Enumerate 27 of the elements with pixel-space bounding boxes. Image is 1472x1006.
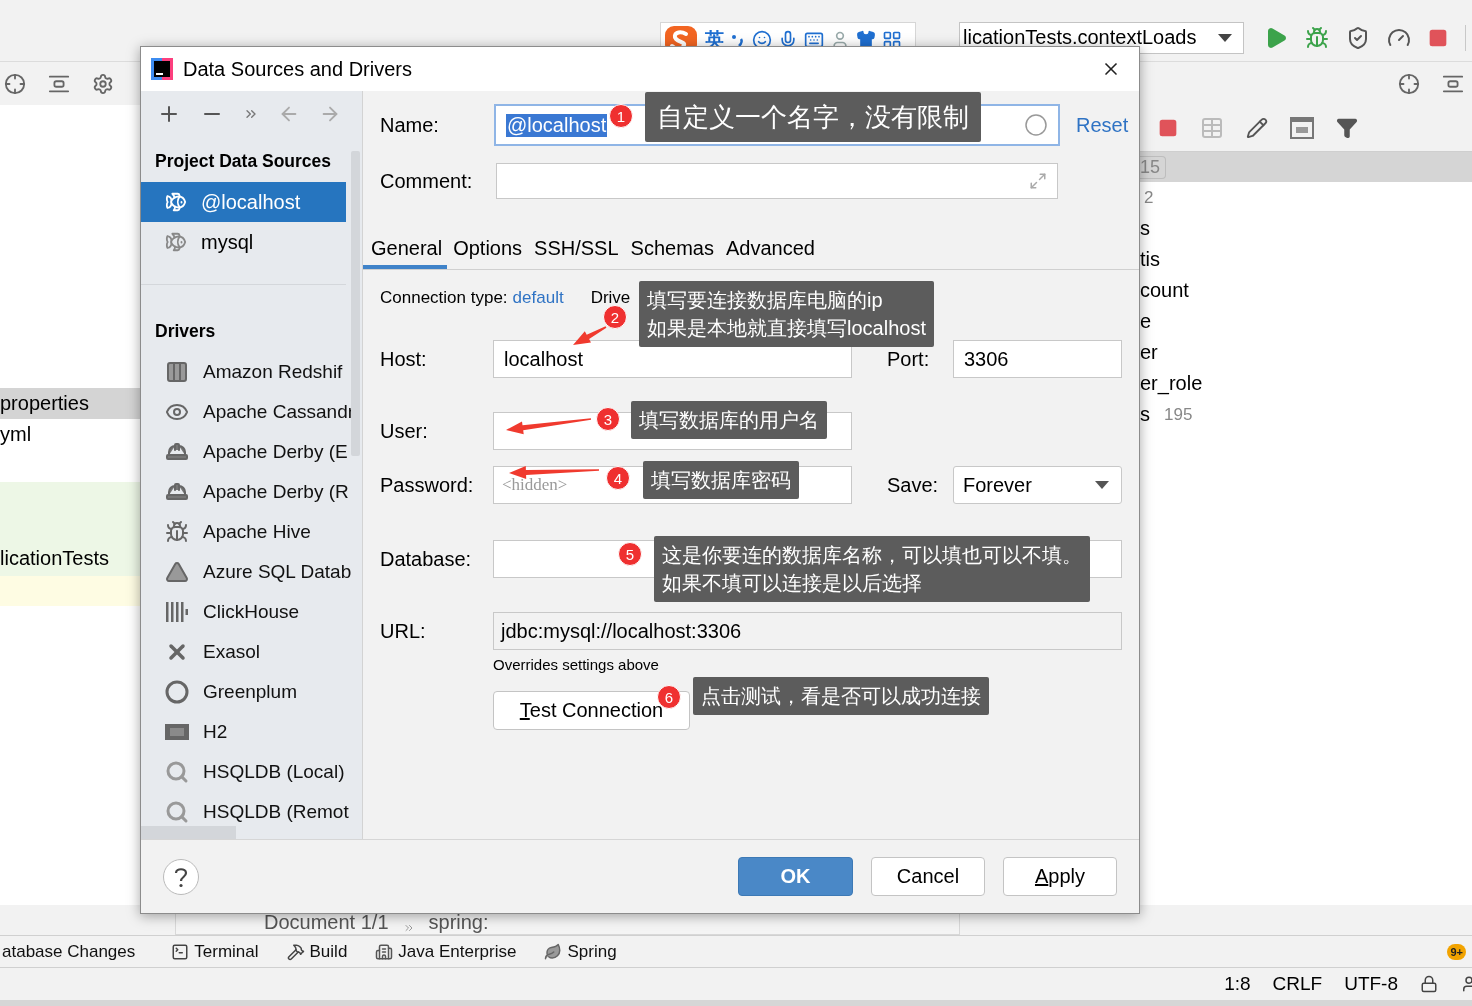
section-header: Drivers bbox=[154, 319, 217, 343]
annotation-text: 自定义一个名字，没有限制 bbox=[657, 101, 969, 134]
field-label: Host: bbox=[380, 347, 428, 371]
tree-count: 195 bbox=[1164, 404, 1193, 425]
field-label: User: bbox=[380, 419, 429, 443]
annotation-text: 填写数据库的用户名 bbox=[639, 408, 819, 433]
annotation-text: 这是你要连的数据库名称，可以填也可以不填。 bbox=[662, 543, 1082, 568]
number-tooltip: 3 bbox=[596, 407, 620, 431]
annotation-text: 如果不填可以连接是以后选择 bbox=[662, 571, 923, 596]
field-label: Port: bbox=[887, 347, 931, 371]
section-header: Project Data Sources bbox=[154, 149, 333, 173]
annotation-text: 填写要连接数据库电脑的ip bbox=[647, 288, 884, 313]
annotation-text: 如果是本地就直接填写localhost bbox=[647, 316, 926, 341]
field-label: Save: bbox=[887, 473, 940, 497]
annotation-text: 点击测试，看是否可以成功连接 bbox=[701, 684, 981, 709]
number-tooltip: 2 bbox=[603, 305, 627, 329]
field-label: URL: bbox=[380, 619, 427, 643]
field-label: Database: bbox=[380, 547, 473, 571]
field-label: Password: bbox=[380, 473, 475, 497]
field-label: Drive bbox=[590, 288, 631, 308]
field-label: Name: bbox=[380, 113, 440, 137]
annotation-text: 填写数据库密码 bbox=[651, 468, 791, 493]
tree-count: 2 bbox=[1144, 187, 1154, 208]
field-label: Connection type: bbox=[380, 288, 508, 308]
url-note: Overrides settings above bbox=[493, 655, 659, 673]
dialog-title: Data Sources and Drivers bbox=[183, 57, 413, 81]
field-label: Comment: bbox=[380, 169, 474, 193]
